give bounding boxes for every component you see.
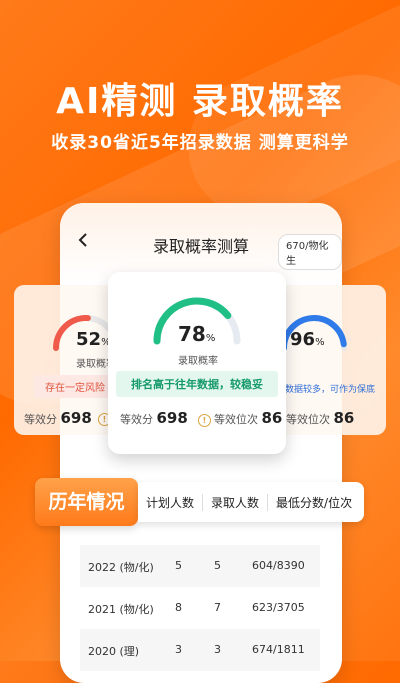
- probability-value: 78%: [178, 322, 216, 346]
- score-chip[interactable]: 670/物化生: [278, 234, 342, 270]
- admit-cell: 5: [214, 559, 221, 572]
- admit-cell: 7: [214, 601, 221, 614]
- min-cell: 674/1811: [252, 643, 305, 656]
- year-cell: 2020 (理): [88, 645, 140, 658]
- year-cell: 2021 (物/化): [88, 603, 154, 616]
- probability-label: 录取概率: [178, 356, 218, 367]
- equivalent-score: 等效分 698: [24, 409, 92, 427]
- subheadline: 收录30省近5年招录数据 测算更科学: [51, 133, 349, 153]
- plan-cell: 3: [175, 643, 182, 656]
- equivalent-rank: 等效位次 86: [286, 409, 355, 427]
- headline: AI精测 录取概率: [56, 81, 344, 122]
- plan-cell: 5: [175, 559, 182, 572]
- risk-tag: 存在一定风险: [34, 375, 116, 398]
- probability-card-main[interactable]: 78% 录取概率 排名高于往年数据，较稳妥 等效分 698 ! 等效位次 86: [108, 272, 286, 454]
- history-table: 2022 (物/化) 5 5 604/8390 2021 (物/化) 8 7 6…: [80, 545, 320, 671]
- safe-tag: 数据较多，可作为保底: [284, 385, 375, 395]
- history-column-header: 计划人数 录取人数 最低分数/位次: [138, 482, 364, 522]
- min-cell: 623/3705: [252, 601, 305, 614]
- table-row: 2022 (物/化) 5 5 604/8390: [80, 545, 320, 587]
- min-cell: 604/8390: [252, 559, 305, 572]
- info-icon[interactable]: !: [198, 413, 211, 427]
- probability-value: 52%: [76, 329, 111, 350]
- equivalent-rank: ! 等效位次 86: [198, 409, 282, 427]
- equivalent-score: 等效分 698: [120, 409, 188, 427]
- table-row: 2020 (理) 3 3 674/1811: [80, 629, 320, 671]
- table-row: 2021 (物/化) 8 7 623/3705: [80, 587, 320, 629]
- column-min-score: 最低分数/位次: [276, 495, 353, 510]
- stable-tag: 排名高于往年数据，较稳妥: [116, 371, 278, 397]
- admit-cell: 3: [214, 643, 221, 656]
- probability-card-right[interactable]: 96% 数据较多，可作为保底 等效位次 86: [276, 285, 386, 435]
- year-cell: 2022 (物/化): [88, 561, 154, 574]
- history-label: 历年情况: [35, 478, 138, 526]
- plan-cell: 8: [175, 601, 182, 614]
- column-admit: 录取人数: [203, 493, 269, 511]
- probability-value: 96%: [290, 329, 325, 350]
- column-plan: 计划人数: [138, 493, 204, 511]
